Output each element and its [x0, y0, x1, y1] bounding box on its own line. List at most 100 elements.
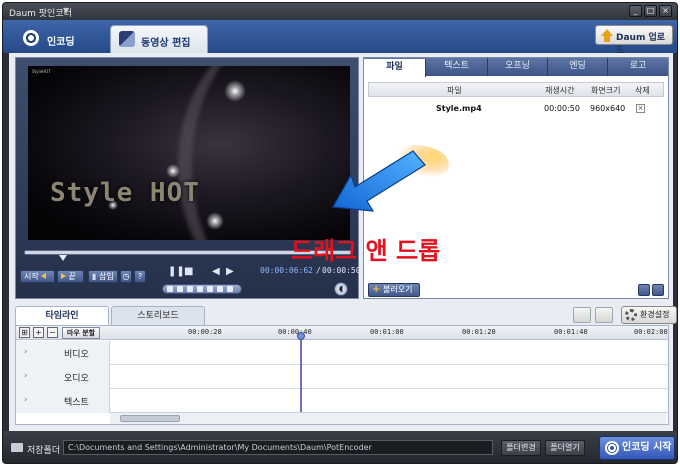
sparkle-decoration	[206, 212, 224, 230]
clock-icon: ◷	[122, 272, 130, 281]
zoom-out-icon[interactable]: −	[47, 327, 58, 338]
tab-file[interactable]: 파일	[364, 59, 426, 77]
minimize-button[interactable]: _	[629, 5, 642, 17]
start-encoding-button[interactable]: 인코딩 시작	[599, 436, 675, 460]
volume-slider[interactable]	[162, 284, 242, 294]
track-audio[interactable]: › 오디오	[16, 365, 668, 389]
change-folder-button[interactable]: 폴더변경	[501, 440, 541, 456]
split-button[interactable]: 마우 분할	[62, 327, 100, 339]
zoom-fit-icon[interactable]: ⊞	[19, 327, 30, 338]
track-text-label: 텍스트	[64, 398, 89, 408]
sparkle-decoration	[166, 164, 180, 178]
tab-text[interactable]: 텍스트	[426, 58, 488, 76]
tab-video-edit[interactable]: 동영상 편집	[110, 25, 208, 53]
upload-arrow-icon	[601, 29, 613, 36]
track-video-label: 비디오	[64, 350, 89, 360]
expand-chevron-icon[interactable]: ›	[24, 347, 28, 357]
tab-opening[interactable]: 오프닝	[488, 58, 548, 76]
current-time: 00:00:06:62	[260, 266, 313, 275]
add-icon: +	[372, 284, 381, 295]
ruler-tick: 00:01:20	[462, 328, 496, 336]
set-end-label: 끝	[68, 272, 76, 281]
source-tabs: 파일 텍스트 오프닝 엔딩 로고	[364, 58, 668, 77]
ruler-tick: 00:00:40	[278, 328, 312, 336]
col-delete[interactable]: 삭제	[635, 85, 650, 96]
drag-and-drop-hint: 드래그 앤 드롭	[291, 237, 441, 265]
ruler-tick: 00:01:40	[554, 328, 588, 336]
video-corner-label: StyleHOT	[32, 69, 51, 74]
grid-view-icon[interactable]	[638, 284, 650, 296]
track-text[interactable]: › 텍스트	[16, 389, 668, 413]
tab-storyboard[interactable]: 스토리보드	[111, 306, 205, 325]
encoding-reel-icon	[23, 30, 39, 46]
zoom-in-icon[interactable]: +	[33, 327, 44, 338]
main-tab-bar: 인코딩 동영상 편집 Daum 업로드	[3, 20, 677, 56]
scrollbar-thumb[interactable]	[120, 415, 180, 422]
sparkle-decoration	[224, 80, 246, 102]
daum-upload-button[interactable]: Daum 업로드	[595, 25, 673, 56]
help-button[interactable]: ?	[134, 270, 146, 283]
maximize-button[interactable]: □	[644, 5, 657, 17]
settings-label: 환경설정	[640, 310, 670, 319]
tab-logo[interactable]: 로고	[608, 58, 668, 76]
track-video[interactable]: › 비디오	[16, 341, 668, 365]
capture-button[interactable]: ◷	[120, 270, 132, 283]
col-file[interactable]: 파일	[447, 85, 462, 96]
gear-icon	[625, 309, 637, 321]
set-start-label: 시작	[24, 272, 39, 281]
start-encoding-label: 인코딩 시작	[622, 442, 672, 453]
video-edit-icon	[119, 31, 135, 47]
save-path-field[interactable]: C:\Documents and Settings\Administrator\…	[63, 440, 493, 455]
playhead[interactable]	[300, 334, 302, 412]
app-window: Daum 팟인코더 ▼ _ □ × 인코딩 동영상 편집 Daum 업로드 St…	[2, 2, 678, 464]
timeline-panel: ⊞ + − 마우 분할 00:00:20 00:00:40 00:01:00 0…	[15, 325, 669, 425]
bottom-bar: 저장폴더 C:\Documents and Settings\Administr…	[3, 431, 677, 463]
next-frame-icon[interactable]: ▶	[226, 266, 234, 277]
tab-video-edit-label: 동영상 편집	[141, 38, 191, 49]
prev-frame-icon[interactable]: ◀	[212, 266, 220, 277]
expand-chevron-icon[interactable]: ›	[24, 371, 28, 381]
file-table-header: 파일 재생시간 화면크기 삭제	[368, 82, 664, 97]
set-end-button[interactable]: 끝	[57, 270, 84, 283]
file-name[interactable]: Style.mp4	[436, 104, 482, 113]
start-marker-icon	[41, 273, 47, 279]
list-view-icon[interactable]	[652, 284, 664, 296]
col-duration[interactable]: 재생시간	[545, 85, 574, 96]
tab-ending[interactable]: 엔딩	[548, 58, 608, 76]
load-file-button[interactable]: + 불러오기	[368, 283, 420, 297]
track-audio-label: 오디오	[64, 374, 89, 384]
speaker-icon[interactable]: ◖	[334, 282, 348, 296]
set-start-button[interactable]: 시작	[20, 270, 55, 283]
tab-encoding[interactable]: 인코딩	[15, 25, 101, 53]
video-preview[interactable]: StyleHOT Style HOT	[28, 66, 350, 240]
close-button[interactable]: ×	[659, 5, 672, 17]
timeline-tab-bar: 타임라인 스토리보드 환경설정	[15, 305, 677, 325]
time-separator: /	[316, 266, 321, 275]
encoding-reel-icon	[605, 441, 619, 455]
open-folder-button[interactable]: 폴더열기	[545, 440, 585, 456]
pause-icon[interactable]: ❚❚	[168, 266, 185, 277]
ruler-tick: 00:00:20	[188, 328, 222, 336]
timeline-scrollbar[interactable]	[110, 412, 666, 424]
expand-chevron-icon[interactable]: ›	[24, 395, 28, 405]
ruler-tick: 00:01:00	[370, 328, 404, 336]
folder-icon-button[interactable]	[573, 307, 591, 323]
settings-button[interactable]: 환경설정	[621, 306, 677, 324]
stop-icon[interactable]: ■	[184, 266, 193, 277]
seek-thumb[interactable]	[59, 255, 68, 261]
video-title-text: Style HOT	[50, 178, 200, 208]
insert-icon: ▮	[92, 272, 97, 281]
timeline-ruler[interactable]: ⊞ + − 마우 분할 00:00:20 00:00:40 00:01:00 0…	[16, 326, 668, 340]
insert-button[interactable]: ▮ 삽입	[88, 270, 118, 283]
save-icon-button[interactable]	[595, 307, 613, 323]
file-duration: 00:00:50	[544, 104, 580, 113]
end-marker-icon	[61, 273, 66, 279]
playhead-handle[interactable]	[297, 332, 305, 340]
col-size[interactable]: 화면크기	[591, 85, 620, 96]
edit-workspace: StyleHOT Style HOT 시작 끝 ▮ 삽입 ◷ ? ❚❚ ■ ◀ …	[9, 53, 677, 431]
title-menu-caret-icon[interactable]: ▼	[63, 6, 69, 15]
file-size: 960x640	[590, 104, 626, 113]
delete-file-button[interactable]: ×	[636, 104, 645, 113]
tab-timeline[interactable]: 타임라인	[15, 306, 109, 325]
save-folder-label: 저장폴더	[27, 446, 61, 456]
